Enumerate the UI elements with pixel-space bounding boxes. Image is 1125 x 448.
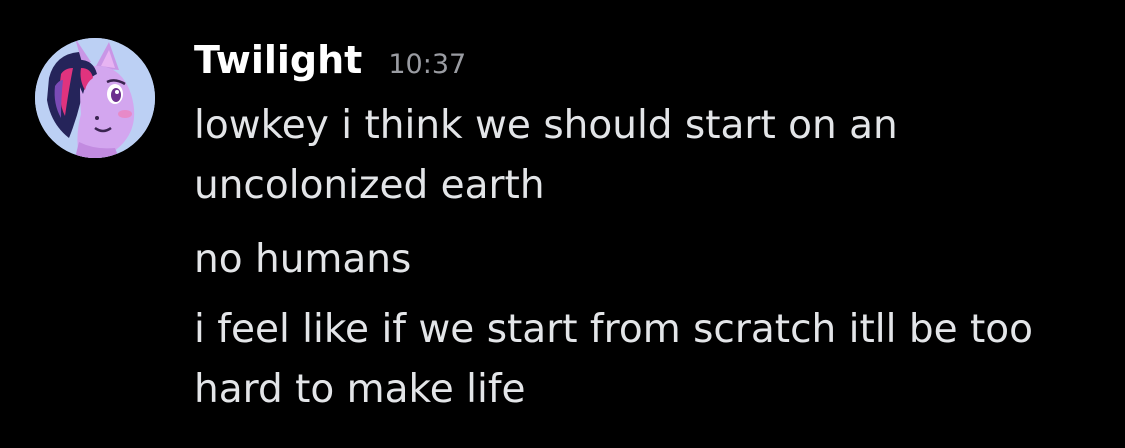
chat-message-group: Twilight 10:37 lowkey i think we should … xyxy=(0,0,1125,448)
author-name[interactable]: Twilight xyxy=(194,38,362,82)
message-line: lowkey i think we should start on an xyxy=(194,103,898,148)
message-line: uncolonized earth xyxy=(194,163,545,208)
message-line: hard to make life xyxy=(194,367,526,412)
avatar[interactable] xyxy=(35,38,155,158)
message-header: Twilight 10:37 xyxy=(194,38,466,82)
message-2[interactable]: no humans xyxy=(194,230,1094,290)
message-line: no humans xyxy=(194,237,412,282)
message-3[interactable]: i feel like if we start from scratch itl… xyxy=(194,300,1094,420)
message-line: i feel like if we start from scratch itl… xyxy=(194,307,1033,352)
message-timestamp[interactable]: 10:37 xyxy=(388,49,466,80)
message-1[interactable]: lowkey i think we should start on an unc… xyxy=(194,96,1094,216)
twilight-sparkle-pony-avatar-icon xyxy=(35,38,155,158)
